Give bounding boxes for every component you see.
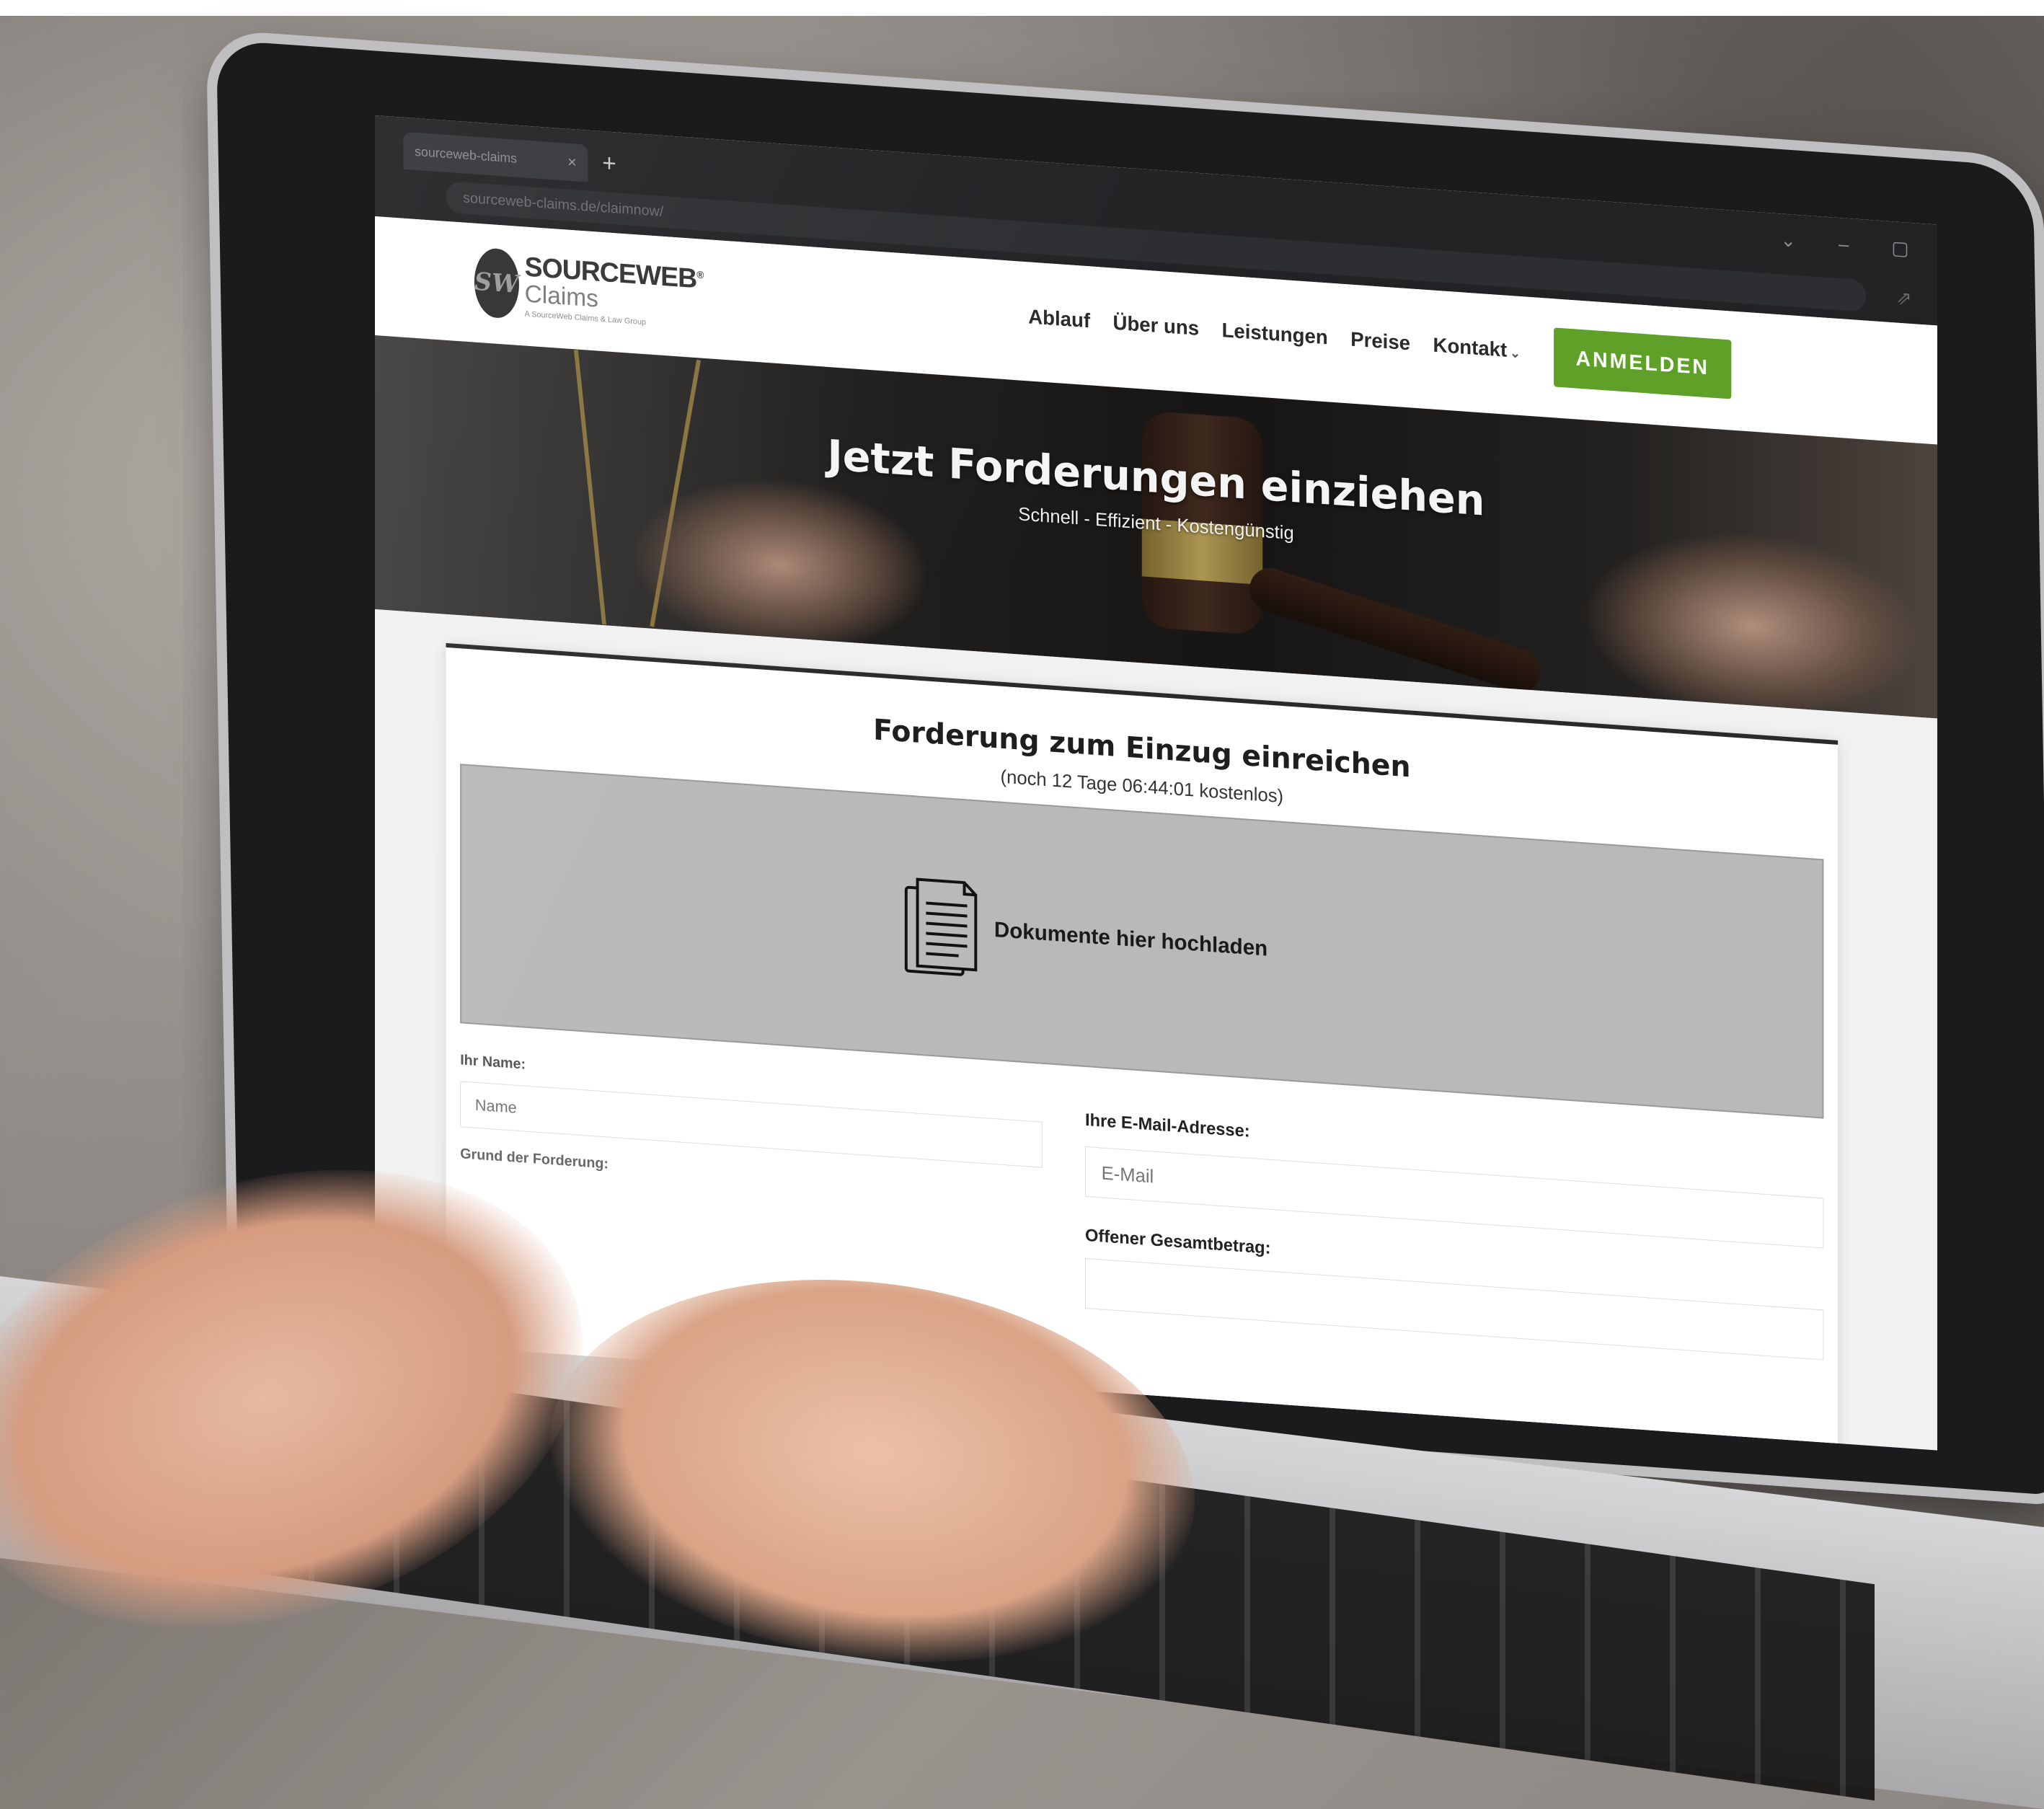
total-amount-label: Offener Gesamtbetrag: bbox=[1085, 1225, 1271, 1258]
name-label: Ihr Name: bbox=[460, 1052, 526, 1073]
nav-item-preise[interactable]: Preise bbox=[1350, 328, 1410, 355]
minimize-icon[interactable]: – bbox=[1839, 232, 1849, 255]
chevron-down-icon[interactable]: ⌄ bbox=[1780, 229, 1795, 252]
login-button[interactable]: ANMELDEN bbox=[1554, 327, 1732, 399]
logo-registered-mark: ® bbox=[696, 268, 704, 281]
page-content: Forderung zum Einzug einreichen (noch 12… bbox=[375, 609, 1937, 1451]
browser-tab[interactable]: sourceweb-claims × bbox=[403, 131, 588, 182]
share-icon[interactable]: ⇗ bbox=[1896, 287, 1911, 311]
photo-scene: sourceweb-claims × + ⌄ – ▢ sourceweb-cla… bbox=[0, 0, 2044, 1809]
top-white-strip bbox=[0, 0, 2044, 16]
url-domain: sourceweb-claims.de bbox=[463, 190, 597, 215]
nav-item-leistungen[interactable]: Leistungen bbox=[1222, 319, 1328, 349]
document-icon bbox=[904, 877, 978, 976]
laptop-screen: sourceweb-claims × + ⌄ – ▢ sourceweb-cla… bbox=[375, 115, 1937, 1451]
logo[interactable]: SW SOURCEWEB® Claims A SourceWeb Claims … bbox=[474, 242, 703, 337]
logo-mark: SW bbox=[474, 247, 519, 319]
email-label: Ihre E-Mail-Adresse: bbox=[1085, 1110, 1250, 1141]
chevron-down-icon: ⌄ bbox=[1510, 345, 1521, 361]
nav-item-ablauf[interactable]: Ablauf bbox=[1028, 305, 1090, 332]
maximize-icon[interactable]: ▢ bbox=[1891, 236, 1908, 260]
claim-reason-label: Grund der Forderung: bbox=[460, 1146, 609, 1172]
close-icon[interactable]: × bbox=[567, 153, 577, 172]
url-path: /claimnow/ bbox=[596, 198, 664, 220]
window-controls: ⌄ – ▢ bbox=[1780, 213, 1908, 274]
logo-text: SOURCEWEB® Claims A SourceWeb Claims & L… bbox=[525, 252, 704, 331]
nav-item-ueber-uns[interactable]: Über uns bbox=[1113, 311, 1200, 340]
main-nav: Ablauf Über uns Leistungen Preise Kontak… bbox=[1028, 305, 1521, 363]
dropzone-label: Dokumente hier hochladen bbox=[994, 918, 1268, 961]
nav-item-kontakt[interactable]: Kontakt ⌄ bbox=[1433, 334, 1521, 363]
nav-item-kontakt-label: Kontakt bbox=[1433, 333, 1508, 361]
new-tab-icon[interactable]: + bbox=[602, 149, 616, 178]
total-amount-input[interactable] bbox=[1085, 1257, 1824, 1361]
tab-title: sourceweb-claims bbox=[415, 143, 518, 166]
